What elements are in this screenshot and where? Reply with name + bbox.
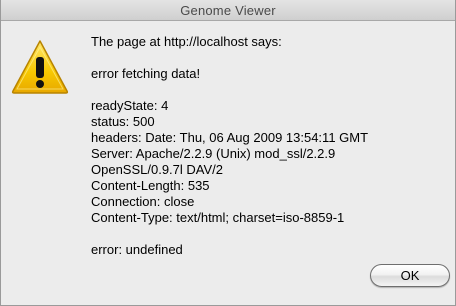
- window-title: Genome Viewer: [180, 3, 276, 18]
- error-line: error: undefined: [91, 242, 183, 257]
- detail-server: Server: Apache/2.2.9 (Unix) mod_ssl/2.2.…: [91, 146, 336, 161]
- warning-triangle-icon: [11, 40, 69, 94]
- detail-openssl: OpenSSL/0.9.7l DAV/2: [91, 162, 224, 177]
- detail-connection: Connection: close: [91, 194, 195, 209]
- dialog-message: error fetching data!: [91, 66, 201, 81]
- detail-content-type: Content-Type: text/html; charset=iso-885…: [91, 210, 345, 225]
- detail-content-length: Content-Length: 535: [91, 178, 210, 193]
- alert-dialog-window: Genome Viewer The page at http://localho…: [0, 0, 456, 306]
- ok-button[interactable]: OK: [370, 264, 450, 287]
- detail-status: status: 500: [91, 114, 155, 129]
- dialog-heading: The page at http://localhost says:: [91, 34, 282, 49]
- title-bar[interactable]: Genome Viewer: [1, 0, 455, 21]
- detail-headers-date: headers: Date: Thu, 06 Aug 2009 13:54:11…: [91, 130, 369, 145]
- dialog-content: The page at http://localhost says: error…: [91, 34, 441, 258]
- detail-ready-state: readyState: 4: [91, 98, 169, 113]
